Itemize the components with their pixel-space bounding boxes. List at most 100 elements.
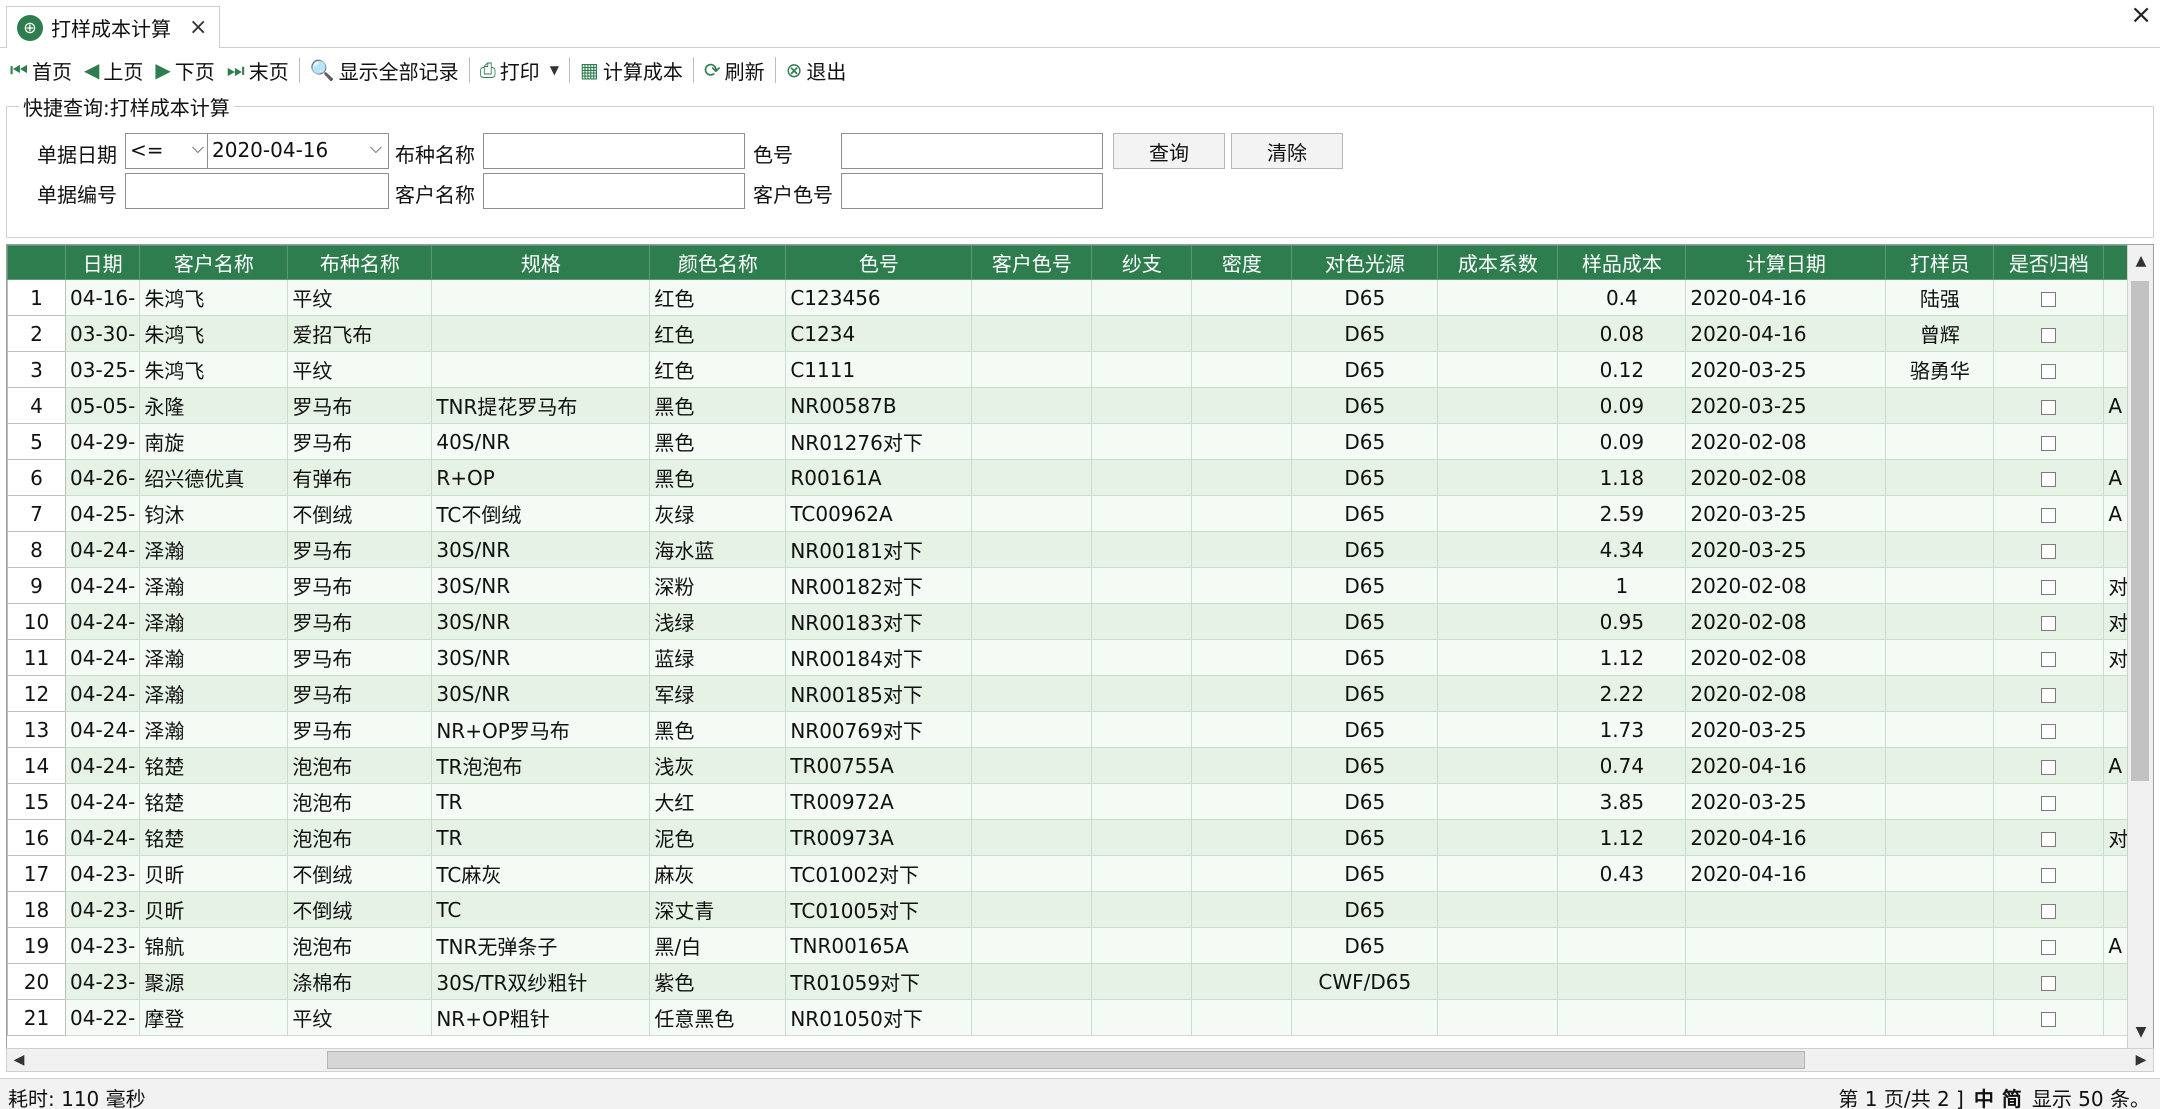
cell-light[interactable]: D65 (1291, 675, 1439, 712)
customer-input[interactable] (483, 173, 745, 209)
cell-empty[interactable] (1191, 387, 1293, 424)
cell-cost[interactable]: 2.22 (1557, 675, 1687, 712)
cell-empty[interactable] (1191, 963, 1293, 1000)
doc-no-input[interactable] (125, 173, 389, 209)
cell-color-no[interactable]: TR00972A (785, 783, 973, 820)
row-number[interactable]: 12 (7, 675, 66, 712)
cell-spec[interactable]: 30S/NR (431, 603, 651, 640)
cell-empty[interactable] (1091, 711, 1193, 748)
cell-color-no[interactable]: C1234 (785, 315, 973, 352)
cell-empty[interactable] (1437, 495, 1559, 532)
cell-calc-date[interactable]: 2020-02-08 (1685, 459, 1887, 496)
cell-cost[interactable]: 3.85 (1557, 783, 1687, 820)
row-number[interactable]: 7 (7, 495, 66, 532)
table-row[interactable]: 6 -04-26 绍兴德优真 有弹布 R+OP 黑色 R00161A D65 1.18 2020-… (7, 459, 2134, 496)
header-yarn[interactable]: 纱支 (1091, 245, 1193, 280)
table-row[interactable]: 5 -04-29 南旋 罗马布 40S/NR 黑色 NR01276对下 D65 0.09 2020… (7, 423, 2134, 460)
archived-checkbox[interactable] (2041, 867, 2057, 883)
cell-light[interactable]: D65 (1291, 279, 1439, 316)
cell-calc-date[interactable]: 2020-02-08 (1685, 567, 1887, 604)
row-number[interactable]: 3 (7, 351, 66, 388)
cell-sampler[interactable] (1885, 675, 1995, 712)
clear-button[interactable]: 清除 (1231, 133, 1343, 169)
cell-empty[interactable] (1191, 675, 1293, 712)
archived-checkbox[interactable] (2041, 939, 2057, 955)
cell-light[interactable]: D65 (1291, 531, 1439, 568)
cell-empty[interactable] (1091, 819, 1193, 856)
cell-empty[interactable] (1091, 891, 1193, 928)
cell-customer[interactable]: 摩登 (139, 999, 289, 1036)
cell-calc-date[interactable] (1685, 999, 1887, 1036)
cell-empty[interactable] (1091, 927, 1193, 964)
cell-spec[interactable]: 30S/TR双纱粗针 (431, 963, 651, 1000)
cell-calc-date[interactable]: 2020-02-08 (1685, 675, 1887, 712)
archived-checkbox-cell[interactable] (1993, 639, 2105, 676)
cell-customer[interactable]: 铭楚 (139, 783, 289, 820)
archived-checkbox[interactable] (2041, 399, 2057, 415)
cell-color-no[interactable]: NR00183对下 (785, 603, 973, 640)
cell-sampler[interactable] (1885, 387, 1995, 424)
cell-cost[interactable]: 0.09 (1557, 423, 1687, 460)
cell-fabric[interactable]: 平纹 (287, 351, 433, 388)
cell-empty[interactable] (1091, 459, 1193, 496)
cell-empty[interactable] (971, 999, 1093, 1036)
cell-spec[interactable]: TR泡泡布 (431, 747, 651, 784)
cell-calc-date[interactable] (1685, 891, 1887, 928)
cell-empty[interactable] (971, 639, 1093, 676)
cell-empty[interactable] (971, 819, 1093, 856)
cell-empty[interactable] (1191, 279, 1293, 316)
archived-checkbox[interactable] (2041, 903, 2057, 919)
archived-checkbox[interactable] (2041, 651, 2057, 667)
cell-calc-date[interactable]: 2020-04-16 (1685, 819, 1887, 856)
archived-checkbox-cell[interactable] (1993, 423, 2105, 460)
archived-checkbox[interactable] (2041, 723, 2057, 739)
refresh-button[interactable]: ⟳ 刷新 (698, 54, 771, 86)
header-sampler[interactable]: 打样员 (1885, 245, 1995, 280)
cell-color[interactable]: 紫色 (649, 963, 787, 1000)
cell-empty[interactable] (971, 891, 1093, 928)
row-number[interactable]: 4 (7, 387, 66, 424)
header-sample-cost[interactable]: 样品成本 (1557, 245, 1687, 280)
last-page-button[interactable]: ⏭ 末页 (221, 54, 295, 86)
row-number[interactable]: 16 (7, 819, 66, 856)
header-customer[interactable]: 客户名称 (139, 245, 289, 280)
cell-color[interactable]: 海水蓝 (649, 531, 787, 568)
cell-date[interactable]: -04-23 (64, 891, 141, 928)
cell-calc-date[interactable]: 2020-04-16 (1685, 279, 1887, 316)
cell-sampler[interactable] (1885, 999, 1995, 1036)
archived-checkbox-cell[interactable] (1993, 459, 2105, 496)
cell-empty[interactable] (1191, 747, 1293, 784)
cell-calc-date[interactable]: 2020-03-25 (1685, 387, 1887, 424)
cell-empty[interactable] (1191, 711, 1293, 748)
cell-date[interactable]: -04-24 (64, 531, 141, 568)
row-number[interactable]: 18 (7, 891, 66, 928)
cell-date[interactable]: -04-22 (64, 999, 141, 1036)
cell-color-no[interactable]: TC01002对下 (785, 855, 973, 892)
table-row[interactable]: 1 -04-16 朱鸿飞 平纹 红色 C123456 D65 0.4 2020-04-16 陆强 (7, 279, 2134, 316)
cell-color-no[interactable]: NR00185对下 (785, 675, 973, 712)
table-row[interactable]: 2 -03-30 朱鸿飞 爱招飞布 红色 C1234 D65 0.08 2020-04-16 曾辉 (7, 315, 2134, 352)
cell-cost[interactable]: 0.74 (1557, 747, 1687, 784)
archived-checkbox[interactable] (2041, 687, 2057, 703)
cell-color-no[interactable]: TNR00165A (785, 927, 973, 964)
row-number[interactable]: 9 (7, 567, 66, 604)
cell-light[interactable] (1291, 999, 1439, 1036)
row-number[interactable]: 2 (7, 315, 66, 352)
cell-spec[interactable]: NR+OP罗马布 (431, 711, 651, 748)
date-picker[interactable]: 2020-04-16 ⌵ (207, 133, 389, 169)
cell-color[interactable]: 红色 (649, 351, 787, 388)
cell-customer[interactable]: 朱鸿飞 (139, 315, 289, 352)
cell-empty[interactable] (1437, 855, 1559, 892)
cell-color[interactable]: 深丈青 (649, 891, 787, 928)
cell-cost[interactable]: 2.59 (1557, 495, 1687, 532)
cell-empty[interactable] (1437, 315, 1559, 352)
cell-empty[interactable] (1091, 603, 1193, 640)
cell-customer[interactable]: 泽瀚 (139, 603, 289, 640)
fabric-input[interactable] (483, 133, 745, 169)
cell-spec[interactable] (431, 279, 651, 316)
cell-customer[interactable]: 泽瀚 (139, 567, 289, 604)
cell-color[interactable]: 浅绿 (649, 603, 787, 640)
cell-empty[interactable] (971, 747, 1093, 784)
cell-empty[interactable] (1191, 351, 1293, 388)
cell-customer[interactable]: 朱鸿飞 (139, 351, 289, 388)
